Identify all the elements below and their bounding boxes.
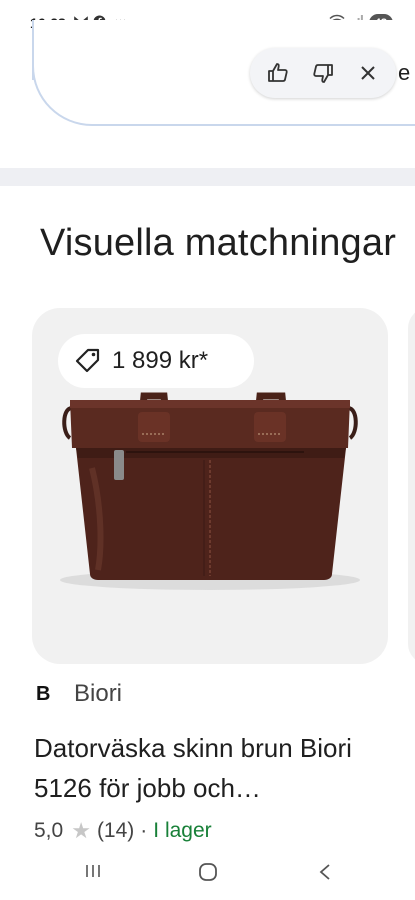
system-nav-bar [0, 852, 415, 900]
review-count: (14) [96, 819, 135, 842]
price-text: 1 899 kr* [112, 347, 209, 374]
close-feedback-button[interactable] [351, 56, 385, 90]
price-chip: 1 899 kr* [58, 334, 254, 388]
home-button[interactable] [198, 862, 218, 888]
merchant-name: Biori [74, 680, 123, 707]
back-button[interactable] [316, 862, 334, 888]
truncated-text: e [398, 60, 411, 85]
page: 16:28 43 [0, 0, 415, 900]
price-tag-icon [75, 348, 100, 373]
thumbs-down-button[interactable] [306, 56, 340, 90]
rating-value: 5,0 [34, 819, 64, 842]
home-icon [199, 863, 217, 881]
stock-status: I lager [153, 819, 212, 842]
merchant-logo: B [36, 682, 51, 705]
star-icon: ★ [71, 818, 91, 843]
merchant-row: B Biori [36, 680, 122, 708]
close-icon [360, 66, 375, 80]
separator: · [140, 819, 148, 842]
feedback-pill [250, 48, 396, 98]
recent-apps-icon [86, 865, 100, 877]
product-title-link[interactable]: Datorväska skinn brun Biori 5126 för job… [34, 728, 394, 808]
next-result-card[interactable] [408, 308, 415, 664]
section-title: Visuella matchningar [40, 222, 397, 264]
thumbs-down-icon [313, 64, 333, 83]
thumbs-up-button[interactable] [261, 56, 295, 90]
section-divider [0, 168, 415, 186]
thumbs-up-icon [268, 63, 288, 82]
rating-row: 5,0 ★ (14) · I lager [34, 818, 212, 844]
back-icon [319, 864, 330, 880]
recent-apps-button[interactable] [84, 862, 102, 886]
